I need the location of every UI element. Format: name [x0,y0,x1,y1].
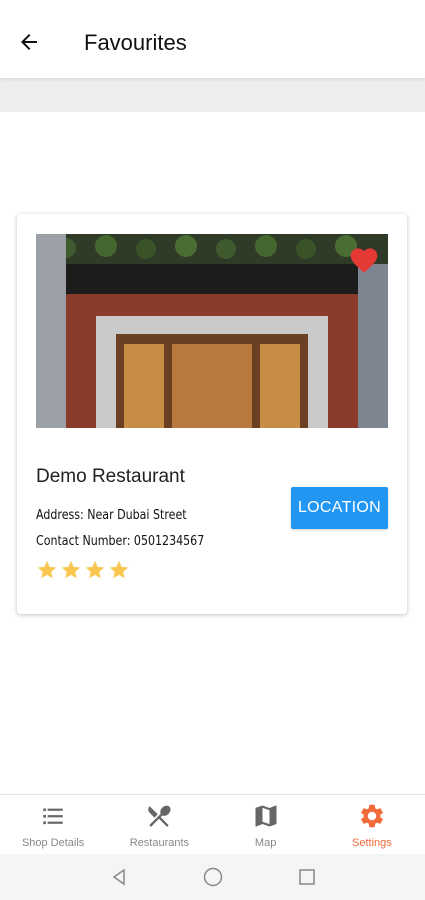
restaurant-photo [36,234,388,428]
restaurant-name: Demo Restaurant [36,466,185,487]
app-bar: Favourites [0,0,425,78]
nav-item-restaurants[interactable]: Restaurants [106,795,212,854]
nav-label: Map [254,837,277,849]
circle-home-icon [203,867,222,887]
nav-item-map[interactable]: Map [213,795,319,854]
star-icon [85,560,105,579]
nav-label: Shop Details [21,837,85,849]
gear-icon [360,804,383,828]
system-home-button[interactable] [201,865,225,889]
arrow-left-icon [21,34,37,50]
system-navigation-bar [0,854,425,900]
restaurant-address: Address: Near Dubai Street [36,508,187,523]
system-recents-button[interactable] [295,865,319,889]
nav-label: Restaurants [129,837,190,849]
heart-icon[interactable] [348,244,380,274]
back-button[interactable] [14,27,44,57]
nav-item-settings[interactable]: Settings [319,795,425,854]
list-icon [43,808,63,825]
star-icon [37,560,57,579]
rating-stars [36,559,130,581]
page-title: Favourites [84,30,187,55]
nav-label: Settings [352,837,392,849]
header-divider-strip [0,78,425,112]
star-icon [109,560,129,579]
triangle-back-icon [112,868,125,886]
fork-knife-icon [148,805,171,827]
square-recents-icon [298,869,315,885]
map-icon [255,805,277,827]
restaurant-contact: Contact Number: 0501234567 [36,534,205,549]
bottom-navigation: Shop Details Restaurants Map Settings [0,794,425,854]
system-back-button[interactable] [107,865,131,889]
nav-item-shop-details[interactable]: Shop Details [0,795,106,854]
restaurant-card[interactable]: Demo Restaurant Address: Near Dubai Stre… [17,214,407,614]
star-icon [61,560,81,579]
favourites-screen: Favourites Demo Restaurant Address: Near… [0,0,425,900]
location-button[interactable]: LOCATION [291,487,388,529]
